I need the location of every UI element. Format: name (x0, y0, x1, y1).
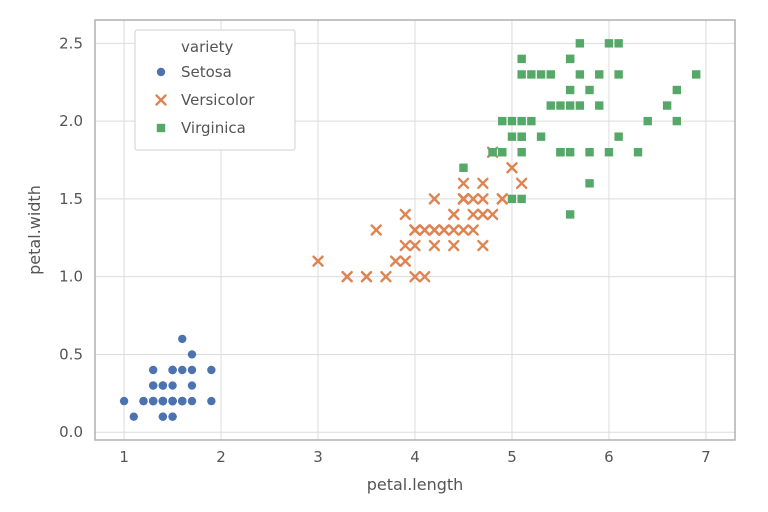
point-circle (159, 397, 167, 405)
point-square (527, 70, 535, 78)
y-axis-label: petal.width (25, 185, 44, 275)
point-square (488, 148, 496, 156)
point-square (566, 148, 574, 156)
point-circle (159, 381, 167, 389)
x-tick-label: 3 (313, 448, 323, 466)
point-square (556, 101, 564, 109)
point-circle (188, 397, 196, 405)
x-tick-label: 6 (604, 448, 614, 466)
point-circle (188, 350, 196, 358)
point-circle (149, 366, 157, 374)
point-circle (168, 397, 176, 405)
point-circle (120, 397, 128, 405)
y-tick-label: 0.0 (59, 423, 83, 441)
point-square (566, 210, 574, 218)
point-square (508, 132, 516, 140)
point-square (517, 55, 525, 63)
point-circle (188, 366, 196, 374)
legend-item-label: Setosa (181, 63, 232, 81)
point-square (663, 101, 671, 109)
x-axis-label: petal.length (367, 475, 464, 494)
point-square (517, 70, 525, 78)
point-square (547, 70, 555, 78)
point-square (517, 132, 525, 140)
point-square (614, 70, 622, 78)
point-circle (207, 397, 215, 405)
x-tick-label: 4 (410, 448, 420, 466)
point-circle (188, 381, 196, 389)
point-square (576, 70, 584, 78)
y-tick-label: 0.5 (59, 345, 83, 363)
point-circle (149, 397, 157, 405)
point-circle (178, 397, 186, 405)
legend-item-label: Versicolor (181, 91, 255, 109)
point-square (517, 148, 525, 156)
point-square (595, 70, 603, 78)
x-tick-label: 1 (119, 448, 129, 466)
point-square (527, 117, 535, 125)
point-square (692, 70, 700, 78)
point-circle (139, 397, 147, 405)
point-square (605, 39, 613, 47)
point-square (595, 101, 603, 109)
y-tick-label: 2.5 (59, 34, 83, 52)
point-square (537, 132, 545, 140)
x-tick-label: 7 (701, 448, 711, 466)
point-square (585, 86, 593, 94)
legend: variety Setosa Versicolor Virginica (135, 30, 295, 150)
legend-item-label: Virginica (181, 119, 246, 137)
point-square (673, 86, 681, 94)
point-square (644, 117, 652, 125)
point-circle (168, 366, 176, 374)
point-square (605, 148, 613, 156)
x-tick-label: 5 (507, 448, 517, 466)
point-square (498, 148, 506, 156)
point-square (459, 164, 467, 172)
point-square (517, 117, 525, 125)
chart-svg: 1 2 3 4 5 6 7 0.0 0.5 1.0 1.5 2.0 2.5 petal.length pet… (0, 0, 768, 512)
y-tick-label: 2.0 (59, 112, 83, 130)
point-square (566, 101, 574, 109)
x-tick-label: 2 (216, 448, 226, 466)
point-circle (157, 68, 165, 76)
point-circle (168, 412, 176, 420)
point-circle (149, 381, 157, 389)
point-square (508, 195, 516, 203)
point-square (157, 124, 165, 132)
point-circle (130, 412, 138, 420)
point-square (566, 86, 574, 94)
point-square (576, 101, 584, 109)
point-square (614, 132, 622, 140)
y-tick-label: 1.0 (59, 268, 83, 286)
point-square (508, 117, 516, 125)
point-circle (178, 335, 186, 343)
point-square (556, 148, 564, 156)
legend-title: variety (181, 38, 234, 56)
point-square (547, 101, 555, 109)
point-square (585, 148, 593, 156)
point-square (537, 70, 545, 78)
point-square (566, 55, 574, 63)
point-square (614, 39, 622, 47)
point-circle (178, 366, 186, 374)
point-square (576, 39, 584, 47)
point-square (673, 117, 681, 125)
point-square (634, 148, 642, 156)
point-circle (168, 381, 176, 389)
point-square (498, 117, 506, 125)
point-circle (207, 366, 215, 374)
point-square (517, 195, 525, 203)
point-circle (159, 412, 167, 420)
scatter-chart: 1 2 3 4 5 6 7 0.0 0.5 1.0 1.5 2.0 2.5 petal.length pet… (0, 0, 768, 512)
y-tick-label: 1.5 (59, 190, 83, 208)
point-square (585, 179, 593, 187)
